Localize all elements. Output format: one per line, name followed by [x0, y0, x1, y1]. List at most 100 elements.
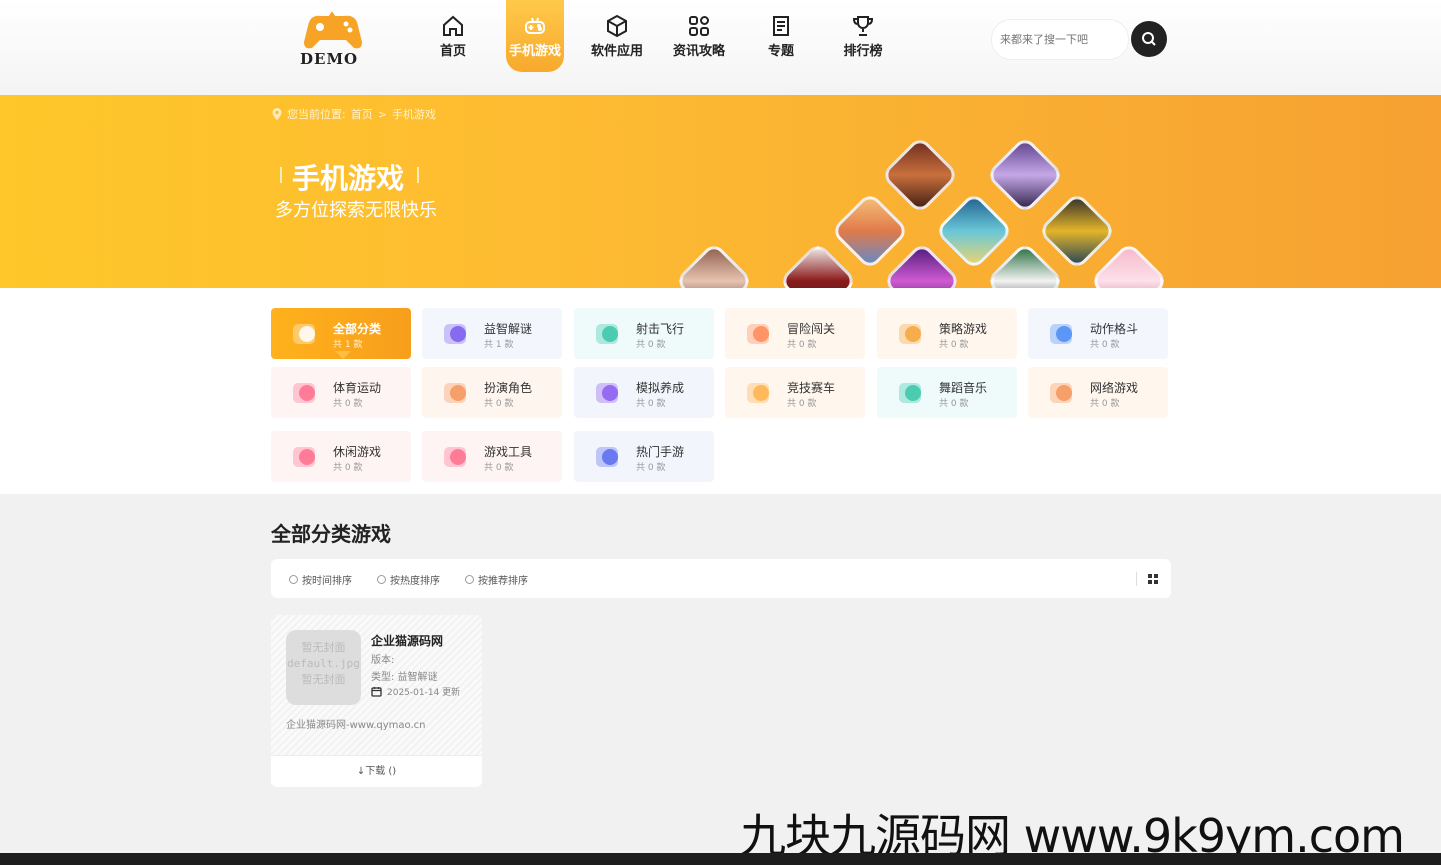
cover-text: 暂无封面 [301, 673, 346, 686]
trophy-icon [852, 16, 874, 36]
category-icon [747, 324, 769, 344]
grid-view-icon[interactable] [1146, 572, 1160, 586]
category-name: 射击飞行 [636, 322, 685, 336]
game-type: 类型: 益智解谜 [371, 672, 438, 683]
sort-by-time[interactable]: 按时间排序 [289, 572, 352, 587]
date-text: 2025-01-14 更新 [387, 688, 461, 698]
category-icon [899, 324, 921, 344]
page-banner: 您当前位置: 首页 > 手机游戏 手机游戏 多方位探索无限快乐 [0, 95, 1441, 288]
radio-icon [465, 575, 474, 584]
breadcrumb-home-link[interactable]: 首页 [351, 106, 373, 122]
logo-text: DEMO [300, 50, 359, 68]
game-art-tile [1089, 241, 1169, 288]
cover-text: default.jpg [287, 657, 360, 670]
search-button[interactable] [1131, 21, 1167, 57]
category-name: 休闲游戏 [333, 445, 382, 459]
category-icon [1050, 324, 1072, 344]
nav-home[interactable]: 首页 [412, 0, 494, 72]
category-icon [444, 383, 466, 403]
nav-label: 排行榜 [843, 44, 883, 59]
category-icon [293, 383, 315, 403]
title-bar-right [417, 167, 419, 183]
category-item[interactable]: 动作格斗共 0 款 [1028, 308, 1168, 359]
game-art-tile [880, 135, 960, 215]
game-cover[interactable]: 暂无封面 default.jpg 暂无封面 [286, 630, 361, 705]
category-count: 共 0 款 [787, 340, 817, 350]
nav-ranking[interactable]: 排行榜 [822, 0, 904, 72]
game-art-tile [985, 241, 1065, 288]
category-count: 共 0 款 [333, 463, 363, 473]
nav-news[interactable]: 资讯攻略 [658, 0, 740, 72]
category-count: 共 0 款 [636, 340, 666, 350]
grid-icon [689, 16, 709, 36]
category-item[interactable]: 模拟养成共 0 款 [574, 367, 714, 418]
category-icon [899, 383, 921, 403]
category-item[interactable]: 扮演角色共 0 款 [422, 367, 562, 418]
game-art-tile [1037, 191, 1117, 271]
cover-text: 暂无封面 [301, 641, 346, 654]
category-item[interactable]: 策略游戏共 0 款 [877, 308, 1017, 359]
nav-software[interactable]: 软件应用 [576, 0, 658, 72]
category-count: 共 0 款 [484, 399, 514, 409]
document-icon [773, 16, 789, 36]
nav-mobile-games[interactable]: 手机游戏 [506, 0, 564, 72]
category-panel: 全部分类共 1 款益智解谜共 1 款射击飞行共 0 款冒险闯关共 0 款策略游戏… [0, 288, 1441, 494]
category-item[interactable]: 舞蹈音乐共 0 款 [877, 367, 1017, 418]
game-art-tile [985, 135, 1065, 215]
category-item[interactable]: 游戏工具共 0 款 [422, 431, 562, 482]
category-item[interactable]: 射击飞行共 0 款 [574, 308, 714, 359]
category-icon [293, 324, 315, 344]
search-icon [1142, 32, 1156, 46]
game-art-tile [934, 191, 1014, 271]
card-body: 暂无封面 default.jpg 暂无封面 企业猫源码网 版本: 类型: 益智解… [271, 615, 482, 755]
category-name: 全部分类 [333, 322, 382, 336]
category-item[interactable]: 体育运动共 0 款 [271, 367, 411, 418]
category-name: 策略游戏 [939, 322, 988, 336]
category-count: 共 0 款 [1090, 399, 1120, 409]
category-item[interactable]: 竞技赛车共 0 款 [725, 367, 865, 418]
category-icon [444, 447, 466, 467]
game-card[interactable]: 暂无封面 default.jpg 暂无封面 企业猫源码网 版本: 类型: 益智解… [271, 615, 482, 787]
site-header: DEMO 首页 手机游戏 软件应用 资讯攻略 专题 排行榜 [0, 0, 1441, 95]
category-name: 舞蹈音乐 [939, 381, 988, 395]
breadcrumb-separator: > [377, 107, 387, 121]
category-icon [293, 447, 315, 467]
category-name: 体育运动 [333, 381, 382, 395]
main-nav: 首页 手机游戏 软件应用 资讯攻略 专题 排行榜 [412, 0, 904, 75]
sort-by-recommend[interactable]: 按推荐排序 [465, 572, 528, 587]
nav-label: 资讯攻略 [672, 44, 725, 59]
banner-subtitle: 多方位探索无限快乐 [275, 200, 437, 221]
category-icon [596, 324, 618, 344]
sort-bar: 按时间排序 按热度排序 按推荐排序 [271, 559, 1171, 598]
search-box [991, 19, 1129, 60]
sort-label: 按时间排序 [302, 576, 352, 587]
game-art-tile [882, 241, 962, 288]
category-item[interactable]: 热门手游共 0 款 [574, 431, 714, 482]
category-name: 热门手游 [636, 445, 685, 459]
game-art-tile [830, 191, 910, 271]
sort-by-popularity[interactable]: 按热度排序 [377, 572, 440, 587]
banner-title: 手机游戏 [292, 162, 405, 195]
search-input[interactable] [992, 20, 1122, 59]
category-name: 冒险闯关 [787, 322, 836, 336]
breadcrumb-current: 手机游戏 [391, 108, 436, 121]
home-icon [443, 15, 463, 36]
breadcrumb: 您当前位置: 首页 > 手机游戏 [272, 106, 436, 122]
category-count: 共 0 款 [787, 399, 817, 409]
category-icon [596, 383, 618, 403]
nav-label: 手机游戏 [508, 44, 561, 59]
category-item[interactable]: 益智解谜共 1 款 [422, 308, 562, 359]
download-button[interactable]: ↓下载 () [271, 755, 482, 787]
category-name: 益智解谜 [484, 322, 533, 336]
category-item[interactable]: 休闲游戏共 0 款 [271, 431, 411, 482]
category-item[interactable]: 冒险闯关共 0 款 [725, 308, 865, 359]
category-item[interactable]: 网络游戏共 0 款 [1028, 367, 1168, 418]
game-title[interactable]: 企业猫源码网 [371, 632, 443, 649]
location-pin-icon [272, 108, 282, 120]
cube-icon [607, 14, 627, 38]
category-count: 共 0 款 [333, 399, 363, 409]
category-icon [747, 383, 769, 403]
category-count: 共 0 款 [939, 399, 969, 409]
nav-topics[interactable]: 专题 [740, 0, 822, 72]
category-icon [1050, 383, 1072, 403]
